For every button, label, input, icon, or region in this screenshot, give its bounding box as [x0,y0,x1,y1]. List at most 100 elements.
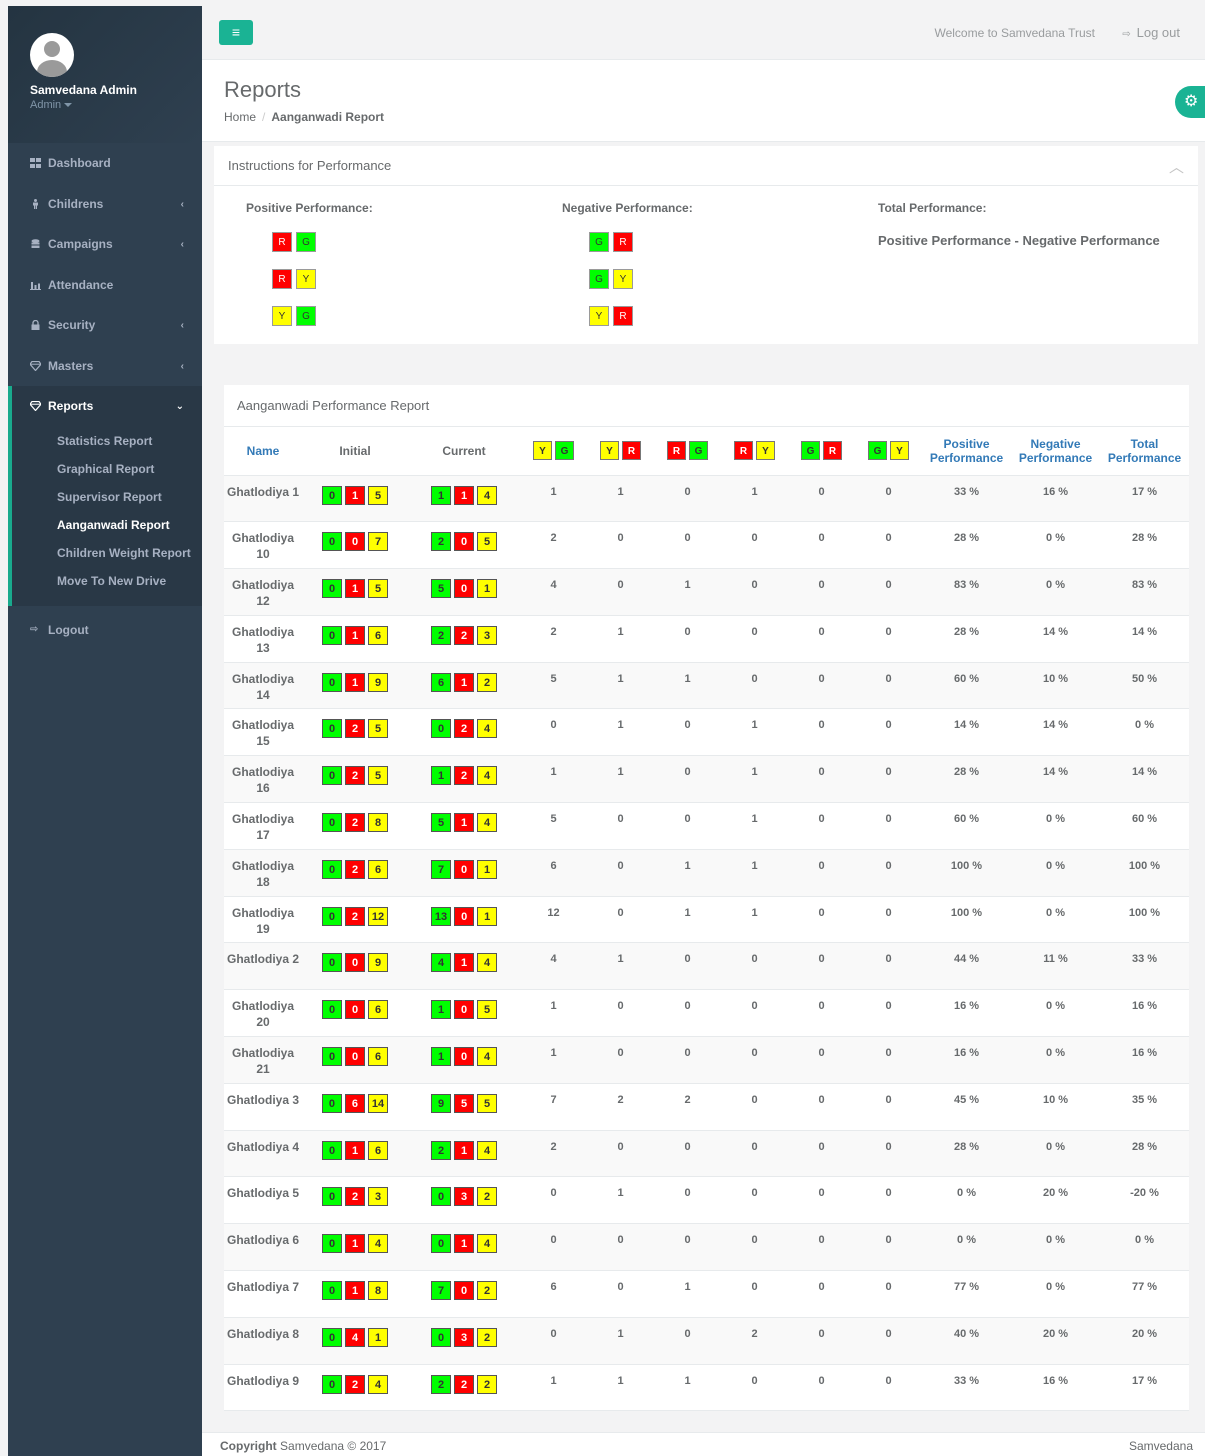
count-box: 0 [322,1000,342,1020]
cell-initial: 015 [302,569,408,616]
count-box: 2 [454,719,474,739]
cell-positive-performance: 28 % [953,625,980,638]
cell-total-performance: -20 % [1130,1187,1159,1200]
count-box: 0 [322,766,342,786]
sidebar-item-masters[interactable]: Masters ‹ [8,346,202,387]
submenu-item-children-weight-report[interactable]: Children Weight Report [12,539,202,567]
count-box: 0 [322,1327,342,1347]
cell-transition-count: 2 [550,625,557,638]
count-box: 2 [431,1140,451,1160]
submenu-item-move-to-new-drive[interactable]: Move To New Drive [12,567,202,595]
cell-total-performance: 33 % [1131,953,1158,966]
cell-negative-performance: 0 % [1046,1047,1065,1060]
avatar[interactable] [30,33,74,77]
cell-transition-count: 0 [885,766,892,779]
cell-current: 114 [408,475,520,522]
cell-current: 205 [408,522,520,569]
sidebar-item-reports[interactable]: Reports ⌄ [8,386,202,427]
transition-chips: GY [868,441,909,461]
cell-transition-count: 1 [550,1047,557,1060]
count-box: 5 [368,719,388,739]
submenu-item-statistics-report[interactable]: Statistics Report [12,427,202,455]
count-box: 8 [368,813,388,833]
cell-negative-performance: 0 % [1046,906,1065,919]
cell-transition-count: 2 [751,1327,758,1340]
count-box: 1 [345,1140,365,1160]
count-box: 5 [431,813,451,833]
cell-transition-count: 0 [617,859,624,872]
cell-transition-count: 7 [550,1093,557,1106]
count-box: 2 [345,1374,365,1394]
color-chip: Y [890,441,909,461]
submenu-item-supervisor-report[interactable]: Supervisor Report [12,483,202,511]
cell-current: 222 [408,1364,520,1411]
color-chip: Y [533,441,552,461]
profile-role-dropdown[interactable]: Admin [30,99,73,111]
header-total-performance[interactable]: Total Performance [1100,427,1189,476]
cell-transition-count: 0 [885,672,892,685]
logout-link[interactable]: ⇨ Log out [1122,25,1180,40]
cell-total-performance: 14 % [1131,625,1158,638]
cell-transition-count: 1 [617,1374,624,1387]
cell-transition-count: 0 [885,1327,892,1340]
count-box: 1 [454,1234,474,1254]
count-box: 4 [477,485,497,505]
color-chip: R [622,441,641,461]
sidebar-item-childrens[interactable]: Childrens ‹ [8,184,202,225]
cell-positive-performance: 83 % [953,579,980,592]
table-row: Ghatlodiya 3 0 6 14 9 5 5 7 2 2 0 0 0 45 % 10 % 35 % [224,1083,1189,1131]
header-name[interactable]: Name [224,427,302,476]
cell-transition-count: 5 [550,813,557,826]
count-box: 6 [344,1093,365,1113]
count-box: 1 [345,485,365,505]
sidebar-item-security[interactable]: Security ‹ [8,305,202,346]
settings-toggle-button[interactable]: ⚙ [1175,86,1205,118]
submenu-item-aanganwadi-report[interactable]: Aanganwadi Report [12,511,202,539]
color-chip: G [296,232,316,252]
cell-positive-performance: 16 % [953,1047,980,1060]
bar-chart-icon [30,281,41,290]
cell-transition-count: 0 [885,1234,892,1247]
cell-current: 014 [408,1224,520,1271]
count-box: 1 [345,625,365,645]
cell-initial: 025 [302,709,408,756]
cell-transition-count: 0 [617,1234,624,1247]
count-box: 2 [345,1187,365,1207]
sidebar-item-logout[interactable]: ⇨ Logout [8,610,202,651]
count-box: 3 [368,1187,388,1207]
count-box: 0 [345,953,365,973]
cell-positive-performance: 33 % [953,485,980,498]
cell-name: Ghatlodiya 10 [231,531,294,562]
cell-total-performance: 35 % [1131,1093,1158,1106]
cell-name: Ghatlodiya 14 [231,671,294,702]
cell-name: Ghatlodiya 16 [231,765,294,796]
cell-transition-count: 0 [751,532,758,545]
cell-name: Ghatlodiya 17 [231,812,294,843]
header-positive-performance[interactable]: Positive Performance [922,427,1011,476]
header-negative-performance[interactable]: Negative Performance [1011,427,1100,476]
count-box: 0 [322,1234,342,1254]
count-box: 2 [477,1374,497,1394]
submenu-item-graphical-report[interactable]: Graphical Report [12,455,202,483]
cell-transition-count: 0 [751,1000,758,1013]
cell-transition-count: 12 [547,906,560,919]
cell-current: 955 [408,1083,520,1130]
cell-total-performance: 0 % [1135,1234,1154,1247]
count-box: 1 [477,906,498,926]
count-box: 5 [477,532,497,552]
chevron-up-icon[interactable]: ︿ [1169,156,1184,177]
cell-total-performance: 0 % [1135,719,1154,732]
cell-current: 124 [408,756,520,803]
sidebar-item-dashboard[interactable]: Dashboard [8,143,202,184]
cell-total-performance: 20 % [1131,1327,1158,1340]
count-box: 4 [368,1374,388,1394]
cell-negative-performance: 0 % [1046,1234,1065,1247]
breadcrumb-home[interactable]: Home [224,110,256,124]
cell-transition-count: 1 [617,953,624,966]
sidebar-item-label: Masters [48,358,94,373]
color-chip: Y [600,441,619,461]
sidebar-item-attendance[interactable]: Attendance [8,265,202,306]
cell-transition-count: 0 [818,1281,825,1294]
menu-toggle-button[interactable]: ≡ [219,20,253,45]
sidebar-item-campaigns[interactable]: Campaigns ‹ [8,224,202,265]
